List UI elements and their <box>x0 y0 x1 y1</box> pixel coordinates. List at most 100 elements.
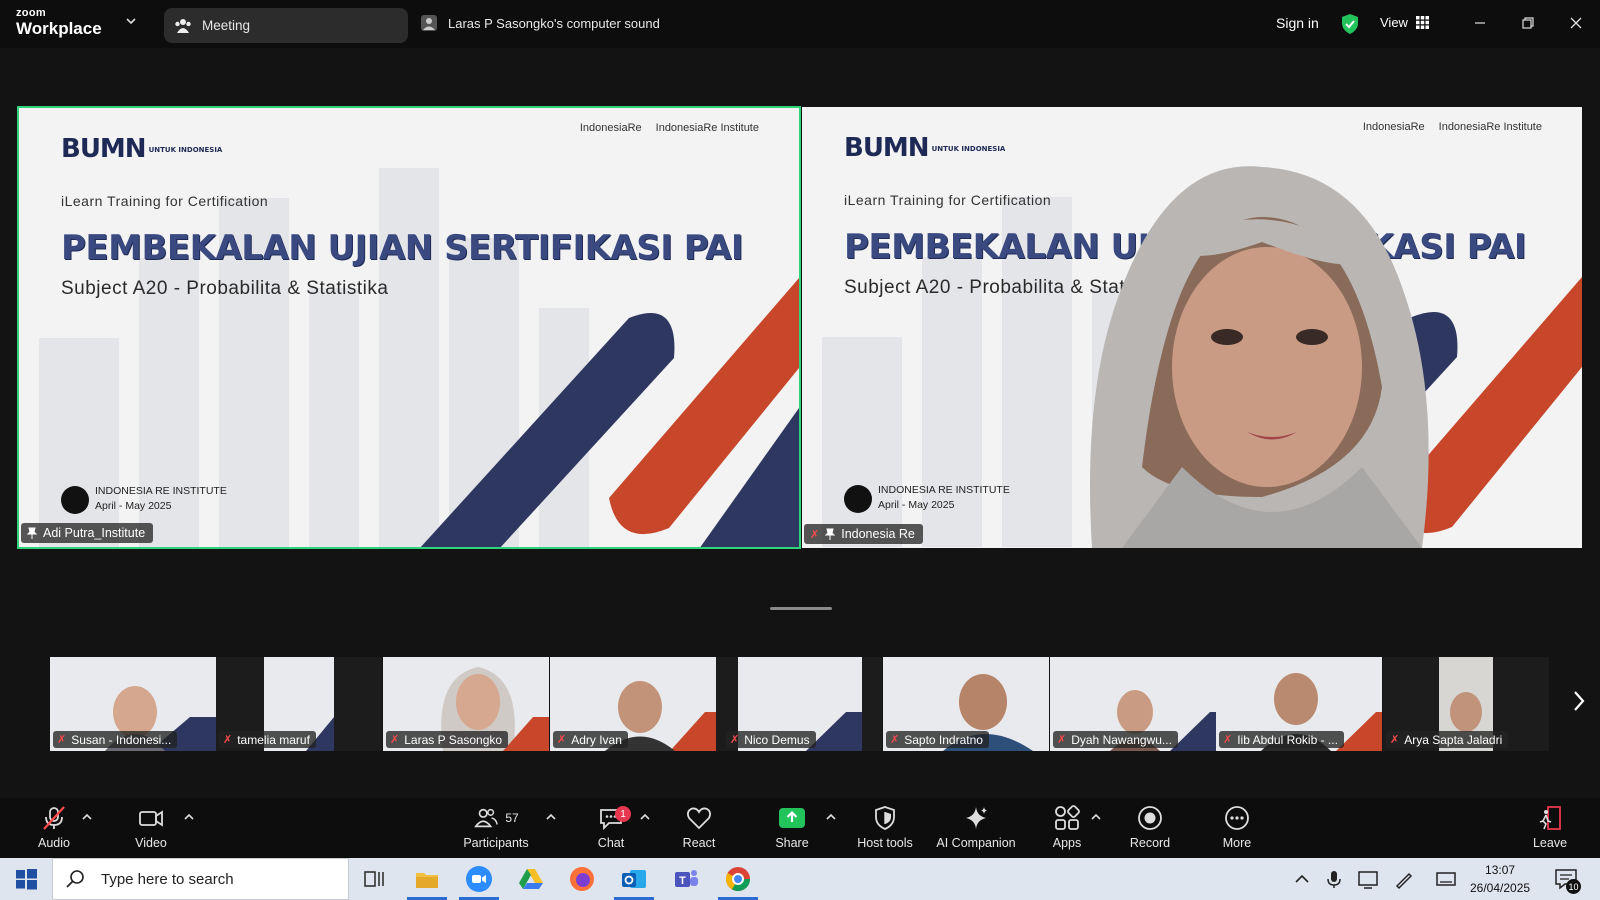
more-button[interactable]: More <box>1192 804 1282 850</box>
record-icon <box>1138 806 1162 830</box>
participants-button[interactable]: 57 Participants <box>451 804 541 850</box>
react-button[interactable]: React <box>654 804 744 850</box>
video-tile-adi-putra[interactable]: BUMN UNTUK INDONESIA IndonesiaRe Indonesi… <box>17 106 801 549</box>
partner-logos: IndonesiaRe IndonesiaRe Institute <box>1363 121 1542 133</box>
participants-count: 57 <box>505 811 519 825</box>
file-explorer-icon[interactable] <box>413 865 441 893</box>
sparkle-icon <box>966 807 987 829</box>
outlook-icon[interactable] <box>620 865 648 893</box>
muted-mic-icon: ✗ <box>223 734 233 746</box>
slide-dates: April - May 2025 <box>95 500 172 512</box>
participant-name-label: ✗ Arya Sapta Jaladri <box>1386 731 1509 748</box>
thumbnail-tile[interactable]: ✗ tamelia maruf <box>216 657 382 751</box>
pen-icon[interactable] <box>1390 865 1418 893</box>
view-button[interactable]: View <box>1380 15 1429 30</box>
video-tile-indonesia-re[interactable]: BUMN UNTUK INDONESIA IndonesiaRe Indonesi… <box>802 107 1582 548</box>
logo-zoom-text: zoom <box>16 7 46 19</box>
zoom-app-icon[interactable] <box>465 865 493 893</box>
share-button[interactable]: Share <box>747 804 837 850</box>
chat-button[interactable]: Chat <box>566 804 656 850</box>
chat-label: Chat <box>597 836 625 850</box>
muted-mic-icon: ✗ <box>57 734 67 746</box>
slide-organizer: INDONESIA RE INSTITUTE April - May 2025 <box>878 483 1010 513</box>
chevron-up-icon[interactable] <box>184 812 194 822</box>
slide-dates: April - May 2025 <box>878 499 955 511</box>
participant-name: Dyah Nawangwu... <box>1071 732 1172 747</box>
chevron-up-icon[interactable] <box>1288 865 1316 893</box>
ai-companion-button[interactable]: AI Companion <box>931 804 1021 850</box>
apps-button[interactable]: Apps <box>1022 804 1112 850</box>
leave-button[interactable]: Leave <box>1505 804 1595 850</box>
host-tools-button[interactable]: Host tools <box>840 804 930 850</box>
thumbnail-tile[interactable]: ✗ Arya Sapta Jaladri <box>1383 657 1549 751</box>
sign-in-button[interactable]: Sign in <box>1276 15 1319 31</box>
chevron-up-icon[interactable] <box>82 812 92 822</box>
participant-name: Nico Demus <box>744 732 810 747</box>
record-label: Record <box>1129 836 1171 850</box>
chevron-up-icon[interactable] <box>640 812 650 822</box>
google-drive-icon[interactable] <box>517 865 545 893</box>
chevron-right-icon[interactable] <box>1572 690 1586 712</box>
participants-group-icon <box>175 18 191 33</box>
taskbar-search-box[interactable]: Type here to search <box>52 858 349 900</box>
record-button[interactable]: Record <box>1105 804 1195 850</box>
chrome-icon[interactable] <box>724 865 752 893</box>
pin-icon <box>27 527 37 539</box>
meeting-tab[interactable]: Meeting <box>164 8 408 43</box>
thumbnail-tile[interactable]: ✗ Sapto Indratno <box>883 657 1049 751</box>
thumbnail-tile[interactable]: ✗ Nico Demus <box>716 657 882 751</box>
video-button[interactable]: Video <box>106 804 196 850</box>
participant-name-label: ✗ Iib Abdul Rokib - ... <box>1219 731 1344 748</box>
windows-start-icon[interactable] <box>12 865 40 893</box>
participant-name-label: Adi Putra_Institute <box>21 523 154 543</box>
video-camera-icon <box>139 810 163 827</box>
participant-name: tamelia maruf <box>237 732 310 747</box>
pin-icon <box>825 528 836 540</box>
task-view-icon[interactable] <box>360 865 388 893</box>
muted-mic-icon: ✗ <box>1390 734 1400 746</box>
thumbnail-tile[interactable]: ✗ Laras P Sasongko <box>383 657 549 751</box>
restore-icon[interactable] <box>1518 13 1538 33</box>
clock-date: 26/04/2025 <box>1470 881 1531 895</box>
user-avatar-icon <box>421 15 437 31</box>
chevron-up-icon[interactable] <box>1091 812 1101 822</box>
participant-name: Laras P Sasongko <box>404 732 503 747</box>
participant-name: Sapto Indratno <box>904 732 983 747</box>
chevron-up-icon[interactable] <box>546 812 556 822</box>
participant-name-label: ✗ Nico Demus <box>726 731 816 748</box>
thumbnail-tile[interactable]: ✗ Adry Ivan <box>550 657 716 751</box>
muted-mic-icon: ✗ <box>1057 734 1067 746</box>
bumn-logo-text: BUMN <box>844 133 930 163</box>
svg-text:T: T <box>679 875 686 887</box>
thumbnail-tile[interactable]: ✗ Susan - Indonesi... <box>50 657 216 751</box>
more-icon <box>1225 806 1249 830</box>
slide-org-name: INDONESIA RE INSTITUTE <box>95 485 227 497</box>
chevron-up-icon[interactable] <box>826 812 836 822</box>
partner-logos: IndonesiaRe IndonesiaRe Institute <box>580 122 759 134</box>
minimize-icon[interactable] <box>1470 13 1490 33</box>
taskbar-clock[interactable]: 13:07 26/04/2025 <box>1470 861 1530 897</box>
participant-name-label: ✗ Laras P Sasongko <box>386 731 509 748</box>
firefox-icon[interactable] <box>568 865 596 893</box>
bumn-logo: BUMN UNTUK INDONESIA <box>61 134 222 164</box>
encryption-shield-icon[interactable] <box>1340 13 1360 35</box>
close-icon[interactable] <box>1566 13 1586 33</box>
keyboard-icon[interactable] <box>1432 865 1460 893</box>
video-camera-icon <box>61 486 89 514</box>
chevron-down-icon[interactable] <box>126 16 136 26</box>
host-tools-label: Host tools <box>857 836 913 850</box>
shield-icon <box>875 806 895 830</box>
participant-name: Iib Abdul Rokib - ... <box>1237 732 1338 747</box>
participant-name: Arya Sapta Jaladri <box>1404 732 1503 747</box>
muted-mic-icon: ✗ <box>810 528 820 541</box>
video-label: Video <box>135 836 167 850</box>
thumbnail-tile[interactable]: ✗ Dyah Nawangwu... <box>1050 657 1216 751</box>
thumbnail-tile[interactable]: ✗ Iib Abdul Rokib - ... <box>1216 657 1382 751</box>
audio-button[interactable]: Audio <box>9 804 99 850</box>
microphone-icon[interactable] <box>1320 865 1348 893</box>
stage-resize-handle[interactable] <box>770 607 832 610</box>
chat-unread-badge: 1 <box>615 806 631 822</box>
muted-mic-icon: ✗ <box>557 734 567 746</box>
teams-icon[interactable]: T <box>672 865 700 893</box>
network-icon[interactable] <box>1354 865 1382 893</box>
